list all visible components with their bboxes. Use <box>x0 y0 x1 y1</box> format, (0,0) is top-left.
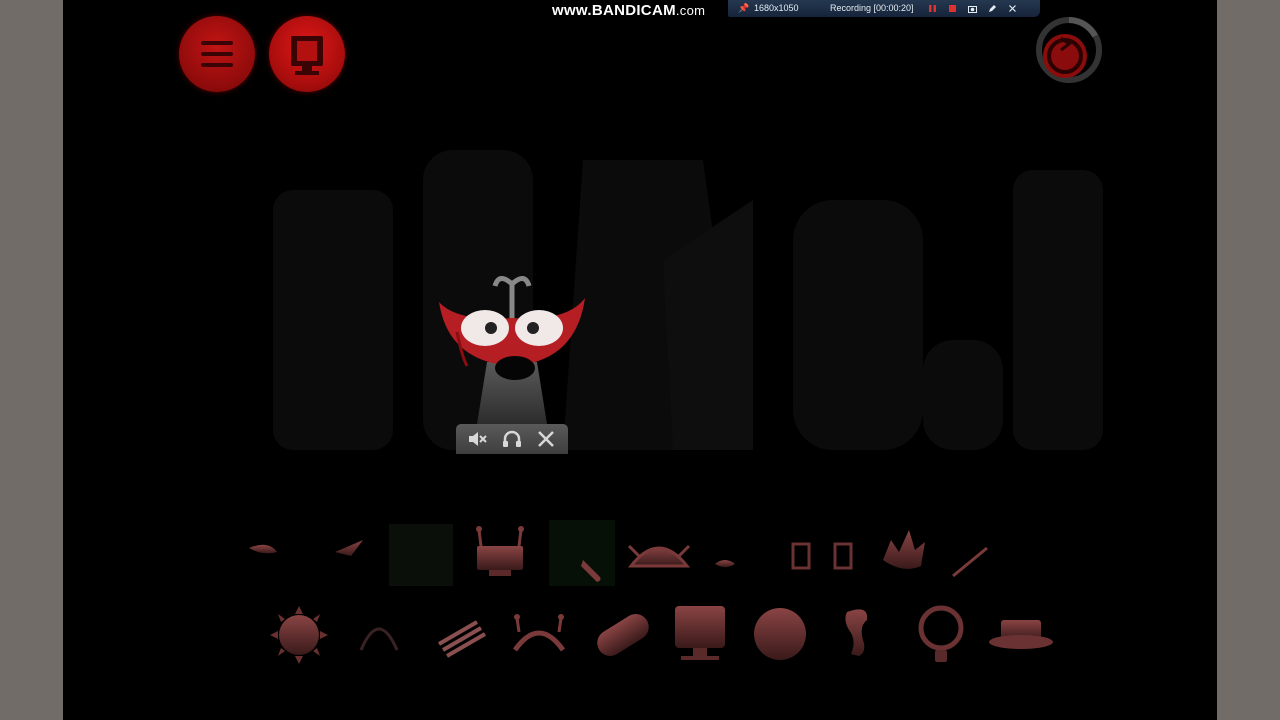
ring-icon <box>918 605 964 651</box>
palette-slot-hook-figure[interactable] <box>845 609 868 656</box>
pause-icon[interactable] <box>928 4 937 13</box>
camera-icon[interactable] <box>968 4 977 13</box>
palette-slot-pill[interactable] <box>592 609 653 661</box>
arc-icon <box>359 627 399 651</box>
goggles-icon <box>791 542 853 570</box>
game-stage <box>63 0 1217 720</box>
palette-slot-horned-helmet[interactable] <box>627 544 691 568</box>
palette-slot-small-eye[interactable] <box>715 560 735 567</box>
palette-slot-hat[interactable] <box>989 620 1053 649</box>
recording-status: Recording [00:00:20] <box>830 3 914 13</box>
pencil-icon[interactable] <box>988 4 997 13</box>
palette-slot-dark-box[interactable] <box>389 524 453 586</box>
stick-icon <box>952 546 988 578</box>
horned-eyes-icon <box>512 630 566 652</box>
palette-slot-antenna-screen[interactable] <box>476 526 524 576</box>
antenna-screen-icon <box>477 546 523 570</box>
palette-slot-green-hook[interactable] <box>549 520 615 586</box>
palette-slot-stick[interactable] <box>952 546 988 578</box>
palette-slot-sun-face[interactable] <box>270 606 328 664</box>
stripes-icon <box>437 620 487 658</box>
palette-slot-arc[interactable] <box>359 627 399 651</box>
recorder-watermark: www.BANDICAM.com <box>552 2 706 19</box>
monitor-icon <box>675 606 725 648</box>
sound-palette <box>249 520 1053 664</box>
pin-icon[interactable]: 📌 <box>738 0 749 17</box>
close-recorder-icon[interactable] <box>1008 4 1017 13</box>
recording-resolution: 1680x1050 <box>754 3 799 13</box>
small-eye-icon <box>715 560 735 567</box>
palette-slot-beak[interactable] <box>335 540 363 556</box>
beak-icon <box>335 540 363 556</box>
nose-icon <box>249 544 277 554</box>
palette-slot-ring[interactable] <box>918 605 964 662</box>
palette-slot-sphere[interactable] <box>754 608 806 660</box>
spiky-hair-icon <box>883 530 925 569</box>
sun-face-icon <box>279 615 319 655</box>
horned-helmet-icon <box>627 544 691 568</box>
stop-icon[interactable] <box>948 4 957 13</box>
hook-figure-icon <box>845 609 868 656</box>
pill-icon <box>597 614 649 656</box>
palette-slot-nose[interactable] <box>249 544 277 554</box>
dark-box-icon <box>389 524 453 586</box>
recording-toolbar: 📌 1680x1050 Recording [00:00:20] <box>728 0 1040 17</box>
palette-slot-stripes[interactable] <box>437 620 487 658</box>
palette-slot-horned-eyes[interactable] <box>512 614 566 652</box>
palette-slot-spiky-hair[interactable] <box>883 530 925 569</box>
sphere-icon <box>754 608 806 660</box>
palette-slot-goggles[interactable] <box>791 542 853 570</box>
palette-slot-monitor[interactable] <box>675 606 725 660</box>
